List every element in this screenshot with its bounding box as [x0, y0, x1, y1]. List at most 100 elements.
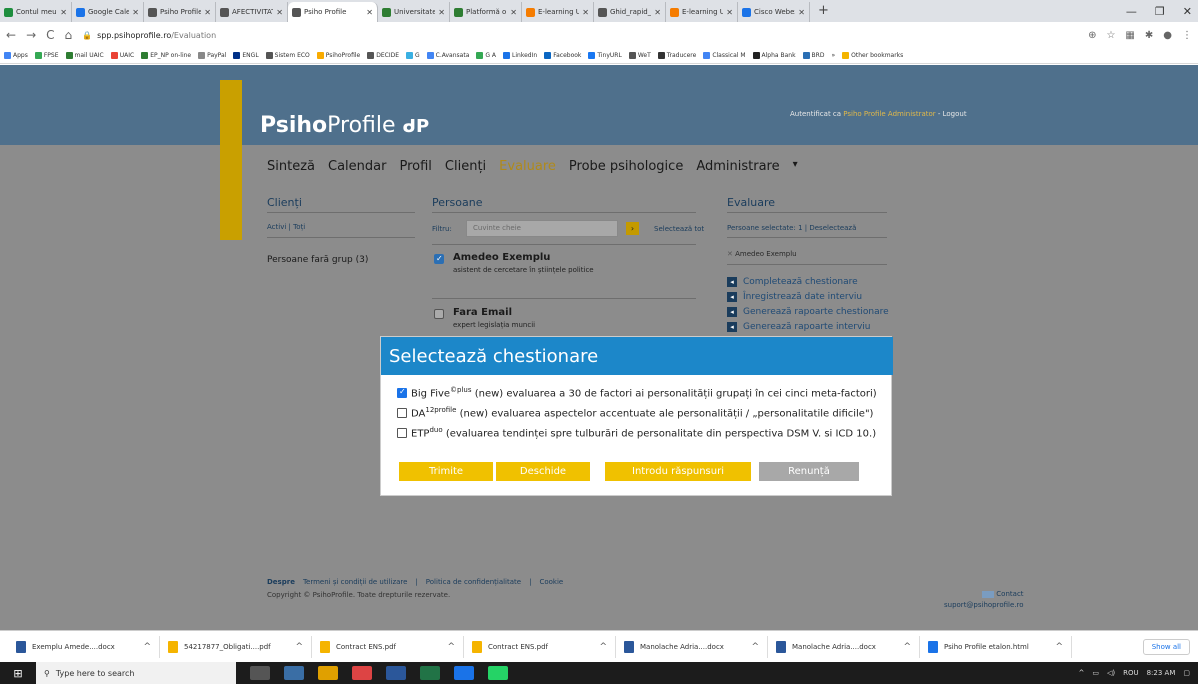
tab-close-icon[interactable]: ✕ [132, 8, 139, 17]
bookmark-item[interactable]: » [831, 52, 835, 59]
filter-go-button[interactable]: › [626, 222, 639, 235]
browser-tab[interactable]: E-learning UAIC✕ [666, 2, 738, 22]
menu-item[interactable]: Profil [399, 159, 431, 174]
bookmark-item[interactable]: LinkedIn [503, 52, 537, 59]
star-icon[interactable]: ☆ [1106, 30, 1115, 41]
footer-link[interactable]: Termeni și condiții de utilizare [303, 578, 408, 586]
group-no-group[interactable]: Persoane fară grup (3) [267, 255, 368, 265]
download-item[interactable]: 54217877_Obligati....pdf ^ [160, 635, 312, 658]
excel-icon[interactable] [420, 666, 440, 680]
menu-item[interactable]: Calendar [328, 159, 386, 174]
cortana-icon[interactable] [250, 666, 270, 680]
browser-tab[interactable]: Universitatea „Al✕ [378, 2, 450, 22]
tab-close-icon[interactable]: ✕ [204, 8, 211, 17]
site-logo[interactable]: PsihoProfile ᑯP [260, 113, 429, 138]
browser-tab[interactable]: AFECTIVITATE / E✕ [216, 2, 288, 22]
tab-close-icon[interactable]: ✕ [798, 8, 805, 17]
close-window-icon[interactable]: ✕ [1183, 5, 1192, 18]
back-icon[interactable]: ← [6, 28, 16, 42]
bookmark-item[interactable]: PsihoProfile [316, 52, 360, 59]
profile-icon[interactable]: ● [1163, 30, 1172, 41]
bookmark-item[interactable]: FPSE [34, 52, 59, 59]
browser-tab[interactable]: Ghid_rapid_Moo✕ [594, 2, 666, 22]
bookmark-item[interactable]: ENGL [233, 52, 259, 59]
contact-email[interactable]: suport@psihoprofile.ro [944, 601, 1024, 609]
chevron-up-icon[interactable]: ^ [447, 642, 455, 652]
menu-icon[interactable]: ⋮ [1182, 30, 1192, 41]
bookmark-item[interactable]: C.Avansata [426, 52, 469, 59]
filter-toti[interactable]: Toți [293, 223, 305, 231]
bookmark-item[interactable]: Classical M [703, 52, 746, 59]
volume-icon[interactable]: ◁) [1107, 669, 1115, 677]
bookmark-item[interactable]: BRD [802, 52, 824, 59]
auth-user-link[interactable]: Psiho Profile Administrator [843, 110, 935, 118]
bookmark-item[interactable]: Traducere [657, 52, 696, 59]
maximize-icon[interactable]: ❐ [1155, 5, 1165, 18]
bookmark-item[interactable]: DECIDE [367, 52, 399, 59]
send-button[interactable]: Trimite [399, 462, 493, 481]
home-icon[interactable]: ⌂ [65, 28, 73, 42]
tab-close-icon[interactable]: ✕ [438, 8, 445, 17]
browser-tab[interactable]: Psiho Profile ✕ [288, 2, 378, 22]
evaluation-action[interactable]: ◂ Generează rapoarte interviu [727, 321, 889, 332]
chrome-icon[interactable] [352, 666, 372, 680]
filter-activi[interactable]: Activi [267, 223, 286, 231]
tab-close-icon[interactable]: ✕ [60, 8, 67, 17]
chevron-up-icon[interactable]: ^ [751, 642, 759, 652]
bookmark-item[interactable]: WeT [628, 52, 651, 59]
download-item[interactable]: Manolache Adria....docx ^ [768, 635, 920, 658]
browser-tab[interactable]: Google Calendar✕ [72, 2, 144, 22]
download-item[interactable]: Manolache Adria....docx ^ [616, 635, 768, 658]
filter-input[interactable]: Cuvinte cheie [466, 220, 618, 237]
show-all-button[interactable]: Show all [1142, 638, 1190, 655]
tab-close-icon[interactable]: ✕ [654, 8, 661, 17]
bookmark-item[interactable]: G A [476, 52, 496, 59]
menu-item[interactable]: Probe psihologice [569, 159, 683, 174]
evaluation-action[interactable]: ◂ Generează rapoarte chestionare [727, 306, 889, 317]
network-icon[interactable]: ▭ [1092, 669, 1099, 677]
browser-tab[interactable]: Contul meu Drive✕ [0, 2, 72, 22]
download-item[interactable]: Contract ENS.pdf ^ [464, 635, 616, 658]
bookmark-item[interactable]: Apps [4, 52, 28, 59]
url-field[interactable]: 🔒 spp.psihoprofile.ro/Evaluation [82, 31, 1078, 40]
bookmark-item[interactable]: G [406, 52, 420, 59]
download-item[interactable]: Exemplu Amede....docx ^ [8, 635, 160, 658]
taskbar-search[interactable]: ⚲ Type here to search [36, 662, 236, 684]
evaluation-action[interactable]: ◂ Completează chestionare [727, 276, 889, 287]
task-view-icon[interactable] [284, 666, 304, 680]
chevron-up-icon[interactable]: ^ [143, 642, 151, 652]
browser-tab[interactable]: Psiho Profile ✕ [144, 2, 216, 22]
windows-start-icon[interactable]: ⊞ [0, 662, 36, 684]
questionnaire-option[interactable]: Big Five©plus (new) evaluarea a 30 de fa… [397, 386, 877, 399]
bookmark-item[interactable]: TinyURL [588, 52, 622, 59]
download-item[interactable]: Psiho Profile etalon.html ^ [920, 635, 1072, 658]
download-item[interactable]: Contract ENS.pdf ^ [312, 635, 464, 658]
edge-icon[interactable] [454, 666, 474, 680]
minimize-icon[interactable]: — [1126, 5, 1137, 18]
bookmark-item[interactable]: PayPal [198, 52, 226, 59]
questionnaire-option[interactable]: DA12profile (new) evaluarea aspectelor a… [397, 406, 873, 419]
select-all-link[interactable]: Selectează tot [654, 225, 704, 233]
tab-close-icon[interactable]: ✕ [510, 8, 517, 17]
browser-tab[interactable]: Platformă online✕ [450, 2, 522, 22]
extension-icon[interactable]: ▦ [1125, 30, 1134, 41]
person-checkbox[interactable] [434, 309, 444, 319]
questionnaire-checkbox[interactable] [397, 387, 407, 399]
questionnaire-checkbox[interactable] [397, 408, 407, 419]
bookmark-item[interactable]: Alpha Bank [752, 52, 796, 59]
person-checkbox[interactable] [434, 254, 444, 264]
chevron-up-icon[interactable]: ^ [903, 642, 911, 652]
footer-link[interactable]: Despre [267, 578, 295, 586]
whatsapp-icon[interactable] [488, 666, 508, 680]
menu-item[interactable]: Evaluare [499, 159, 556, 174]
footer-link[interactable]: Politica de confidențialitate [426, 578, 521, 586]
puzzle-icon[interactable]: ✱ [1145, 30, 1153, 41]
new-tab-button[interactable]: + [810, 2, 837, 22]
tab-close-icon[interactable]: ✕ [726, 8, 733, 17]
chevron-up-icon[interactable]: ^ [1055, 642, 1063, 652]
bookmark-item[interactable]: EP_NP on-line [141, 52, 191, 59]
evaluation-action[interactable]: ◂ Înregistrează date interviu [727, 291, 889, 302]
footer-link[interactable]: Cookie [539, 578, 563, 586]
cancel-button[interactable]: Renunță [759, 462, 859, 481]
menu-item[interactable]: Clienți [445, 159, 486, 174]
